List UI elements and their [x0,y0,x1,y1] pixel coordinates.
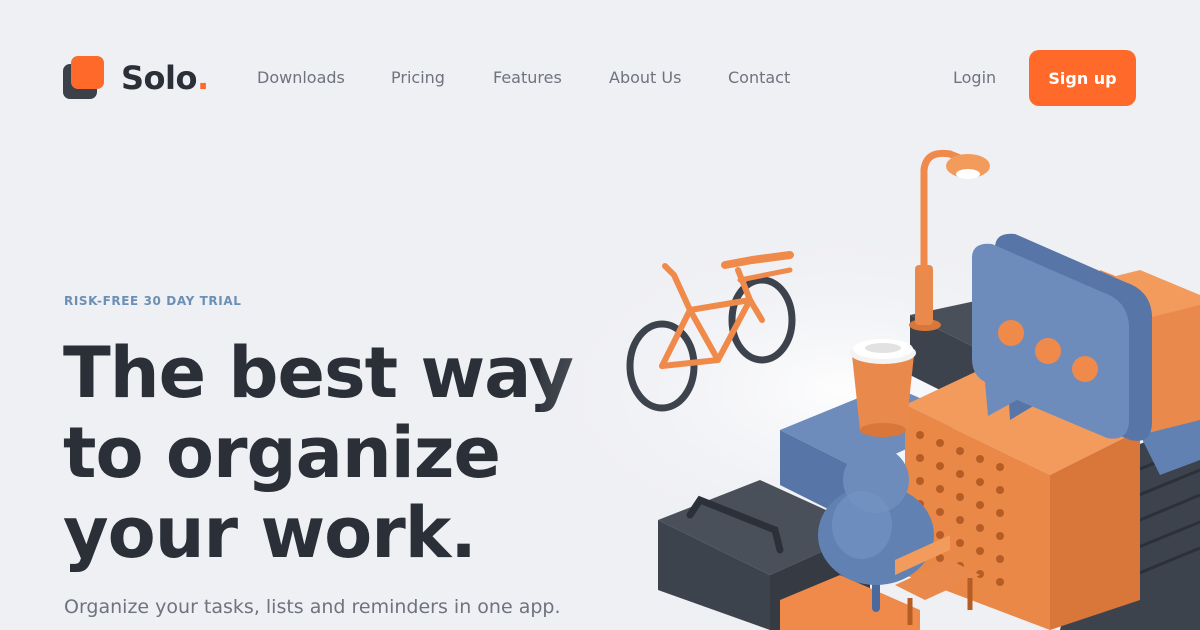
nav-link-about-us[interactable]: About Us [609,66,681,90]
hero-title-line: The best way [63,332,574,414]
nav-link-features[interactable]: Features [493,66,562,90]
hero-title: The best way to organize your work. [63,333,583,573]
coffee-cup-icon [850,339,916,437]
landing-page: Solo. Downloads Pricing Features About U… [0,0,1200,630]
hero-title-line: to organize [63,412,501,494]
login-link[interactable]: Login [953,66,996,90]
logo-icon [63,56,105,100]
hero-title-line: your work. [63,492,477,574]
brand-logo[interactable]: Solo. [63,55,209,101]
trial-eyebrow: RISK-FREE 30 DAY TRIAL [64,294,242,308]
signup-button[interactable]: Sign up [1029,50,1136,106]
hero-subtitle: Organize your tasks, lists and reminders… [64,596,561,618]
nav-link-pricing[interactable]: Pricing [391,66,445,90]
nav-link-downloads[interactable]: Downloads [257,66,345,90]
brand-name: Solo. [121,59,209,97]
nav-link-contact[interactable]: Contact [728,66,790,90]
hero-illustration [540,149,1200,630]
chat-bubble-icon [972,233,1152,441]
